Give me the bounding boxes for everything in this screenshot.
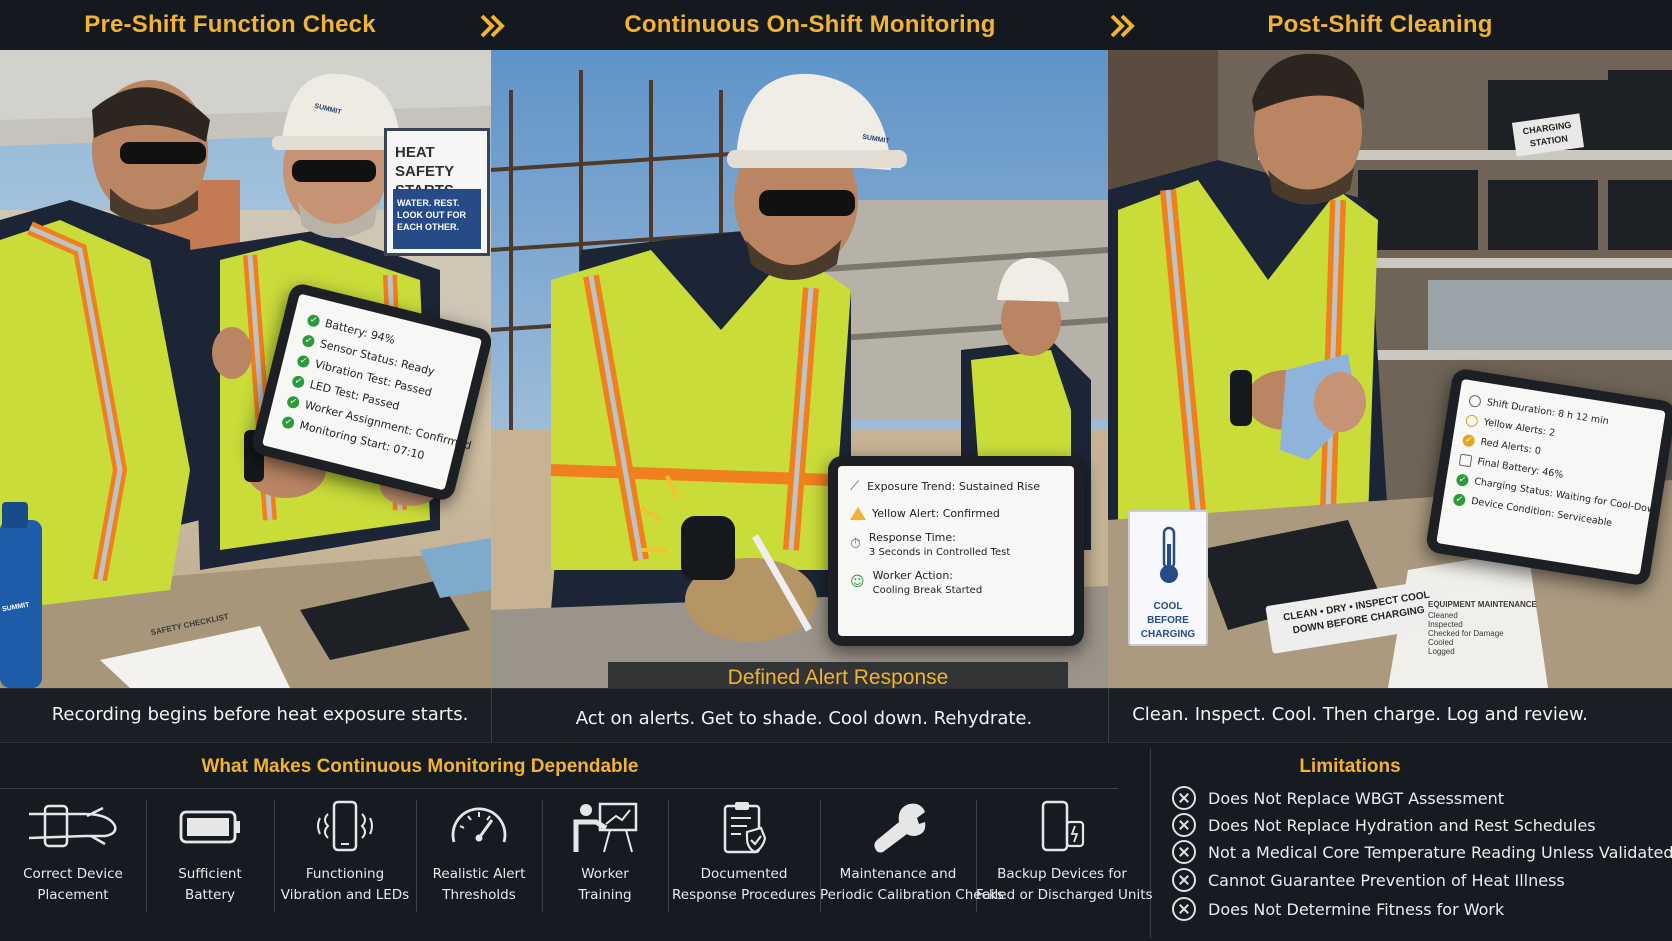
- section-rule: [0, 788, 1118, 789]
- wrist-device-icon: [28, 804, 117, 848]
- feature-documented-response-procedures: Documented Response Procedures: [668, 800, 820, 912]
- feature-label: Placement: [37, 887, 109, 903]
- feature-maintenance-calibration: Maintenance and Periodic Calibration Chec…: [820, 800, 1004, 912]
- feature-label: Battery: [185, 887, 235, 903]
- stopwatch-icon: ⏱: [850, 536, 861, 552]
- limitations-title: Limitations: [1299, 756, 1401, 777]
- feature-label: Sufficient: [178, 866, 242, 882]
- feature-label: Maintenance and: [839, 866, 957, 882]
- caption-on-shift: Act on alerts. Get to shade. Cool down. …: [575, 708, 1033, 729]
- limitation-item: Does Not Replace Hydration and Rest Sche…: [1172, 812, 1596, 838]
- battery-icon: [179, 810, 240, 844]
- feature-label: Thresholds: [442, 887, 516, 903]
- backup-devices-icon: [1041, 800, 1085, 852]
- x-circle-icon: [1172, 840, 1196, 864]
- feature-label: Vibration and LEDs: [280, 887, 410, 903]
- check-icon: ✓: [1452, 493, 1467, 507]
- yellow-alert-icon: [1464, 414, 1479, 428]
- feature-label: Documented: [700, 866, 788, 882]
- cool-before-charging-sign: COOL BEFORE CHARGING: [1128, 510, 1208, 646]
- clipboard-item: Inspected: [1428, 620, 1463, 629]
- post-shift-tablet: Shift Duration: 8 h 12 min Yellow Alerts…: [1424, 367, 1672, 587]
- on-shift-tablet-screen: ⟋ Exposure Trend: Sustained Rise Yellow A…: [838, 466, 1074, 636]
- feature-label: Correct Device: [23, 866, 123, 882]
- maintenance-clipboard-title: EQUIPMENT MAINTENANCE: [1428, 600, 1537, 609]
- x-circle-icon: [1172, 897, 1196, 921]
- gauge-icon: [451, 807, 507, 843]
- limitation-item: Not a Medical Core Temperature Reading U…: [1172, 839, 1672, 865]
- clock-icon: [1468, 394, 1482, 409]
- caption-post-shift: Clean. Inspect. Cool. Then charge. Log a…: [1132, 704, 1588, 725]
- wrench-icon: [874, 803, 926, 853]
- tablet-row: ⟋ Exposure Trend: Sustained Rise: [850, 476, 1062, 497]
- feature-label: Response Procedures: [672, 887, 816, 903]
- check-icon: ✓: [1461, 433, 1476, 448]
- feature-backup-devices: Backup Devices for Failed or Discharged U…: [976, 800, 1153, 912]
- check-icon: ✓: [296, 353, 311, 369]
- pre-shift-tablet-screen: ✓ Battery: 94% ✓ Sensor Status: Ready ✓ Vib…: [261, 293, 483, 491]
- feature-label: Functioning: [305, 866, 385, 882]
- clipboard-item: Logged: [1428, 647, 1455, 656]
- feature-label: Failed or Discharged Units: [976, 887, 1153, 903]
- x-circle-icon: [1172, 868, 1196, 892]
- feature-label: Periodic Calibration Checks: [820, 887, 1004, 903]
- feature-realistic-alert-thresholds: Realistic Alert Thresholds: [416, 800, 542, 912]
- vibrating-phone-icon: [317, 800, 373, 852]
- tablet-row: ⏱ Response Time: 3 Seconds in Controlled T…: [850, 531, 1011, 558]
- trainer-icon: [573, 802, 638, 853]
- warning-icon: [850, 507, 866, 520]
- feature-correct-device-placement: Correct Device Placement: [0, 800, 146, 912]
- worker-check-icon: ☺: [850, 574, 865, 590]
- clipboard-item: Cooled: [1428, 638, 1454, 647]
- maintenance-clipboard: EQUIPMENT MAINTENANCE Cleaned Inspected …: [1428, 600, 1568, 656]
- feature-label: Training: [578, 887, 632, 903]
- feature-vibration-and-leds: Functioning Vibration and LEDs: [274, 800, 416, 912]
- check-icon: ✓: [301, 333, 316, 348]
- check-icon: ✓: [306, 312, 321, 328]
- phase-title-pre-shift: Pre-Shift Function Check: [84, 11, 376, 38]
- panel-divider: [1108, 688, 1109, 742]
- cool-before-charging-text: COOL BEFORE CHARGING: [1140, 601, 1196, 640]
- clipboard-check-icon: [723, 802, 767, 854]
- tablet-row: ☺ Worker Action: Cooling Break Started: [850, 569, 983, 596]
- limitation-item: Does Not Replace WBGT Assessment: [1172, 785, 1504, 811]
- check-icon: ✓: [280, 414, 296, 430]
- check-icon: ✓: [291, 374, 306, 389]
- clipboard-item: Cleaned: [1428, 611, 1458, 620]
- panel-divider: [491, 688, 492, 742]
- caption-pre-shift: Recording begins before heat exposure st…: [51, 704, 469, 725]
- chevron-right-icon: [480, 14, 505, 38]
- tablet-row: Yellow Alert: Confirmed: [850, 503, 1062, 524]
- section-divider: [1150, 748, 1151, 938]
- on-shift-tablet: ⟋ Exposure Trend: Sustained Rise Yellow A…: [828, 456, 1084, 646]
- trend-icon: ⟋: [850, 479, 860, 494]
- limitation-item: Cannot Guarantee Prevention of Heat Illn…: [1172, 867, 1565, 893]
- feature-label: Realistic Alert: [432, 866, 526, 882]
- limitation-item: Does Not Determine Fitness for Work: [1172, 896, 1504, 922]
- chevron-right-icon: [1110, 14, 1135, 38]
- battery-small-icon: [1458, 453, 1473, 468]
- x-circle-icon: [1172, 786, 1196, 810]
- check-icon: ✓: [1455, 473, 1470, 488]
- feature-label: Backup Devices for: [997, 866, 1127, 882]
- feature-worker-training: Worker Training: [542, 800, 668, 912]
- feature-label: Worker: [581, 866, 629, 882]
- feature-sufficient-battery: Sufficient Battery: [146, 800, 274, 912]
- heat-safety-sign-subtitle: WATER. REST. LOOK OUT FOR EACH OTHER.: [397, 198, 466, 232]
- phase-title-post-shift: Post-Shift Cleaning: [1267, 11, 1493, 38]
- phase-title-on-shift: Continuous On-Shift Monitoring: [624, 11, 996, 38]
- heat-safety-sign: HEAT SAFETY STARTS HERE WATER. REST. LOO…: [384, 128, 490, 256]
- dependable-title: What Makes Continuous Monitoring Dependa…: [201, 756, 639, 777]
- x-circle-icon: [1172, 813, 1196, 837]
- clipboard-item: Checked for Damage: [1428, 629, 1504, 638]
- check-icon: ✓: [286, 394, 301, 410]
- post-shift-tablet-screen: Shift Duration: 8 h 12 min Yellow Alerts…: [1436, 378, 1666, 576]
- thermometer-icon: [1160, 526, 1178, 583]
